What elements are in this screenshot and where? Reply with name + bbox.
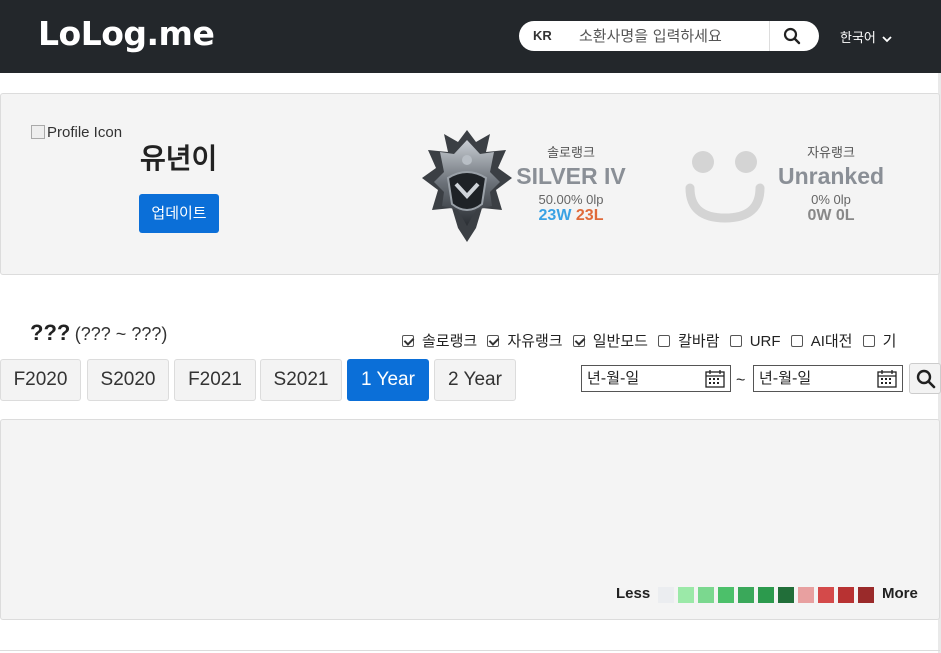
checkbox-unchecked[interactable] bbox=[658, 335, 671, 347]
solo-rank-label: 솔로랭크 bbox=[547, 145, 595, 160]
checkbox-checked[interactable] bbox=[402, 335, 414, 347]
search-divider bbox=[769, 21, 770, 51]
summoner-search-input[interactable] bbox=[567, 23, 767, 49]
summoner-name: 유년이 bbox=[140, 142, 218, 175]
flex-rank-block: 자유랭크 Unranked 0% 0lp 0W 0L bbox=[770, 142, 892, 225]
legend-swatch bbox=[718, 587, 734, 603]
legend-swatch bbox=[778, 587, 794, 603]
flex-losses: 0L bbox=[835, 207, 855, 224]
filter-other[interactable]: 기 bbox=[862, 333, 896, 350]
legend-swatch bbox=[738, 587, 754, 603]
chevron-down-icon bbox=[881, 35, 892, 42]
date-to-value: 년-월-일 bbox=[759, 369, 812, 387]
season-tab-s2021[interactable]: S2021 bbox=[260, 359, 342, 401]
silver-rank-emblem-icon bbox=[422, 130, 512, 242]
filter-ai[interactable]: AI대전 bbox=[790, 333, 852, 350]
season-tab-2year[interactable]: 2 Year bbox=[434, 359, 516, 401]
solo-losses: 23L bbox=[575, 207, 604, 224]
queue-filter-list: 솔로랭크 자유랭크 일반모드 칼바람 URF AI대전 기 bbox=[402, 330, 902, 351]
legend-swatch bbox=[858, 587, 874, 603]
date-to-input[interactable]: 년-월-일 bbox=[753, 365, 903, 392]
profile-icon-alt: Profile Icon bbox=[47, 124, 123, 141]
legend-swatch bbox=[678, 587, 694, 603]
summoner-search-bar: KR bbox=[519, 21, 819, 51]
unranked-smiley-icon bbox=[685, 151, 765, 223]
season-tab-f2020[interactable]: F2020 bbox=[0, 359, 81, 401]
legend-swatch bbox=[758, 587, 774, 603]
season-tab-s2020[interactable]: S2020 bbox=[87, 359, 169, 401]
checkbox-unchecked[interactable] bbox=[729, 335, 742, 347]
season-tab-f2021[interactable]: F2021 bbox=[174, 359, 256, 401]
calendar-icon[interactable] bbox=[705, 369, 725, 388]
flex-rank-tier: Unranked bbox=[777, 163, 885, 189]
language-dropdown[interactable]: 한국어 bbox=[840, 27, 892, 46]
date-from-value: 년-월-일 bbox=[587, 369, 640, 387]
flex-rank-record: 0W 0L bbox=[770, 207, 892, 225]
filter-solo-rank[interactable]: 솔로랭크 bbox=[402, 333, 477, 350]
search-icon bbox=[916, 369, 936, 389]
checkbox-checked[interactable] bbox=[487, 335, 500, 347]
date-range-separator: ~ bbox=[736, 372, 746, 389]
legend-swatch bbox=[838, 587, 854, 603]
legend-swatch bbox=[658, 587, 674, 603]
heatmap-legend-more: More bbox=[882, 585, 918, 602]
solo-rank-stats: 50.00% 0lp bbox=[538, 192, 604, 207]
legend-swatch bbox=[798, 587, 814, 603]
site-logo[interactable]: LoLog.me bbox=[38, 14, 215, 53]
checkbox-unchecked[interactable] bbox=[862, 335, 875, 347]
filter-urf[interactable]: URF bbox=[729, 333, 781, 350]
profile-icon-image: Profile Icon bbox=[31, 124, 122, 141]
region-selector[interactable]: KR bbox=[533, 28, 552, 43]
solo-rank-tier: SILVER IV bbox=[516, 163, 626, 189]
broken-image-icon bbox=[31, 125, 45, 139]
legend-swatch bbox=[818, 587, 834, 603]
date-from-input[interactable]: 년-월-일 bbox=[581, 365, 731, 392]
calendar-icon[interactable] bbox=[877, 369, 897, 388]
legend-swatch bbox=[698, 587, 714, 603]
filter-flex-rank[interactable]: 자유랭크 bbox=[487, 333, 563, 350]
history-title: ??? (??? ~ ???) bbox=[30, 320, 167, 346]
top-navbar: LoLog.me KR 한국어 bbox=[0, 0, 941, 73]
date-search-button[interactable] bbox=[909, 363, 941, 394]
history-title-main: ??? bbox=[30, 320, 71, 345]
history-date-range: (??? ~ ???) bbox=[74, 324, 168, 344]
solo-rank-record: 23W 23L bbox=[510, 207, 632, 225]
checkbox-checked[interactable] bbox=[572, 335, 585, 347]
heatmap-legend-less: Less bbox=[616, 585, 651, 602]
solo-rank-block: 솔로랭크 SILVER IV 50.00% 0lp 23W 23L bbox=[510, 142, 632, 225]
flex-wins: 0W bbox=[807, 207, 832, 224]
flex-rank-label: 자유랭크 bbox=[807, 145, 855, 160]
solo-wins: 23W bbox=[538, 207, 572, 224]
update-button[interactable]: 업데이트 bbox=[139, 194, 219, 233]
checkbox-unchecked[interactable] bbox=[790, 335, 803, 347]
flex-rank-stats: 0% 0lp bbox=[811, 192, 851, 207]
search-icon[interactable] bbox=[783, 27, 803, 47]
filter-normal[interactable]: 일반모드 bbox=[572, 333, 648, 350]
season-tab-1year[interactable]: 1 Year bbox=[347, 359, 429, 401]
filter-aram[interactable]: 칼바람 bbox=[658, 333, 720, 350]
language-label: 한국어 bbox=[840, 30, 876, 45]
